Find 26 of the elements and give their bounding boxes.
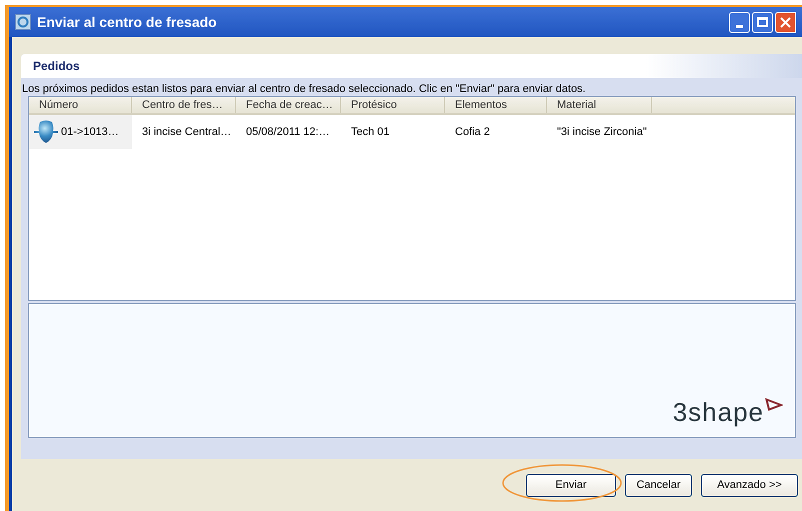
triangle-logo-icon [765, 398, 783, 411]
table-cell-text: 3i incise Central… [141, 124, 232, 140]
column-header[interactable]: Material [547, 97, 652, 113]
table-cell-text: Tech 01 [350, 124, 391, 140]
section-title: Pedidos [33, 58, 80, 75]
table-cell-text: Cofia 2 [454, 124, 491, 140]
dialog-button[interactable]: Avanzado >> [701, 474, 798, 497]
column-header[interactable]: Fecha de creac… [236, 97, 341, 113]
table-cell-text: 05/08/2011 12:… [245, 124, 331, 140]
close-icon [780, 16, 791, 28]
dialog-button[interactable]: Cancelar [625, 474, 692, 497]
column-header[interactable]: Número [29, 97, 132, 113]
minimize-button[interactable] [729, 12, 750, 32]
column-header[interactable]: Centro de fres… [132, 97, 236, 113]
table-cell-text: 01->1013… [61, 124, 119, 140]
description-text: Los próximos pedidos estan listos para enviar al centro de fresado seleccionado. Clic en "Enviar" para enviar datos. [21, 82, 587, 96]
logo-text: 3shape [672, 399, 764, 425]
app-icon [15, 14, 31, 30]
dialog-button[interactable]: Enviar [526, 474, 616, 497]
maximize-button[interactable] [752, 12, 773, 32]
tooth-crown-icon [33, 119, 59, 145]
close-button[interactable] [775, 12, 796, 32]
column-header[interactable]: Elementos [445, 97, 547, 113]
column-header[interactable]: Protésico [341, 97, 445, 113]
window-title: Enviar al centro de fresado [37, 12, 217, 32]
table-cell-text: "3i incise Zirconia" [556, 124, 648, 140]
